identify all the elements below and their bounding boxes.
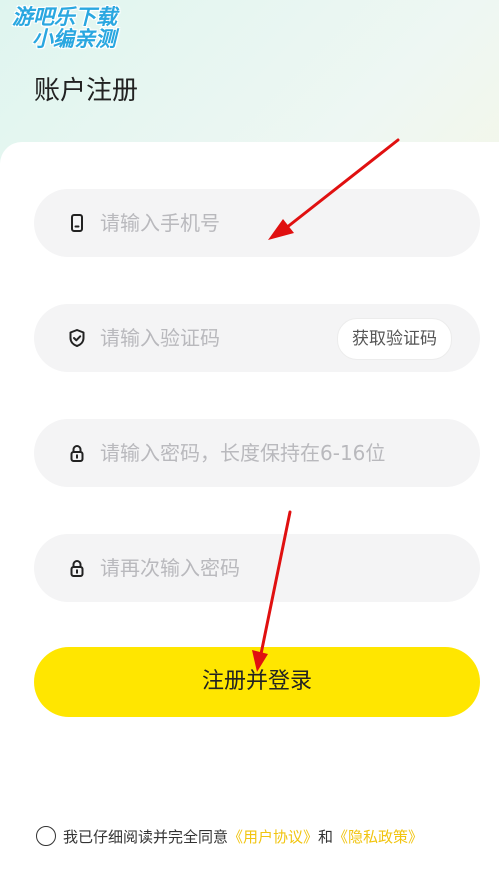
agreement-and: 和	[318, 827, 334, 846]
agree-checkbox[interactable]	[36, 826, 56, 846]
watermark: 游吧乐下载 小编亲测	[12, 6, 117, 50]
privacy-policy-link[interactable]: 《隐私政策》	[333, 826, 423, 847]
phone-field[interactable]: 请输入手机号	[34, 189, 480, 257]
lock-icon	[67, 443, 87, 463]
agreement-text: 我已仔细阅读并完全同意	[63, 827, 229, 846]
page-title: 账户注册	[34, 76, 139, 106]
confirm-password-field[interactable]: 请再次输入密码	[34, 534, 480, 602]
user-agreement-link[interactable]: 《用户协议》	[228, 826, 318, 847]
shield-check-icon	[67, 328, 87, 348]
confirm-password-placeholder: 请再次输入密码	[100, 556, 240, 580]
phone-icon	[67, 213, 87, 233]
password-field[interactable]: 请输入密码，长度保持在6-16位	[34, 419, 480, 487]
password-placeholder: 请输入密码，长度保持在6-16位	[100, 441, 386, 465]
watermark-line1: 游吧乐下载	[12, 5, 117, 29]
lock-icon	[67, 558, 87, 578]
verification-code-field[interactable]: 请输入验证码 获取验证码	[34, 304, 480, 372]
agreement-row: 我已仔细阅读并完全同意 《用户协议》 和 《隐私政策》	[36, 824, 423, 848]
watermark-line2: 小编亲测	[32, 27, 116, 51]
phone-placeholder: 请输入手机号	[100, 211, 220, 235]
register-login-button[interactable]: 注册并登录	[34, 647, 480, 717]
get-code-button[interactable]: 获取验证码	[337, 318, 452, 360]
verification-code-placeholder: 请输入验证码	[100, 326, 220, 350]
